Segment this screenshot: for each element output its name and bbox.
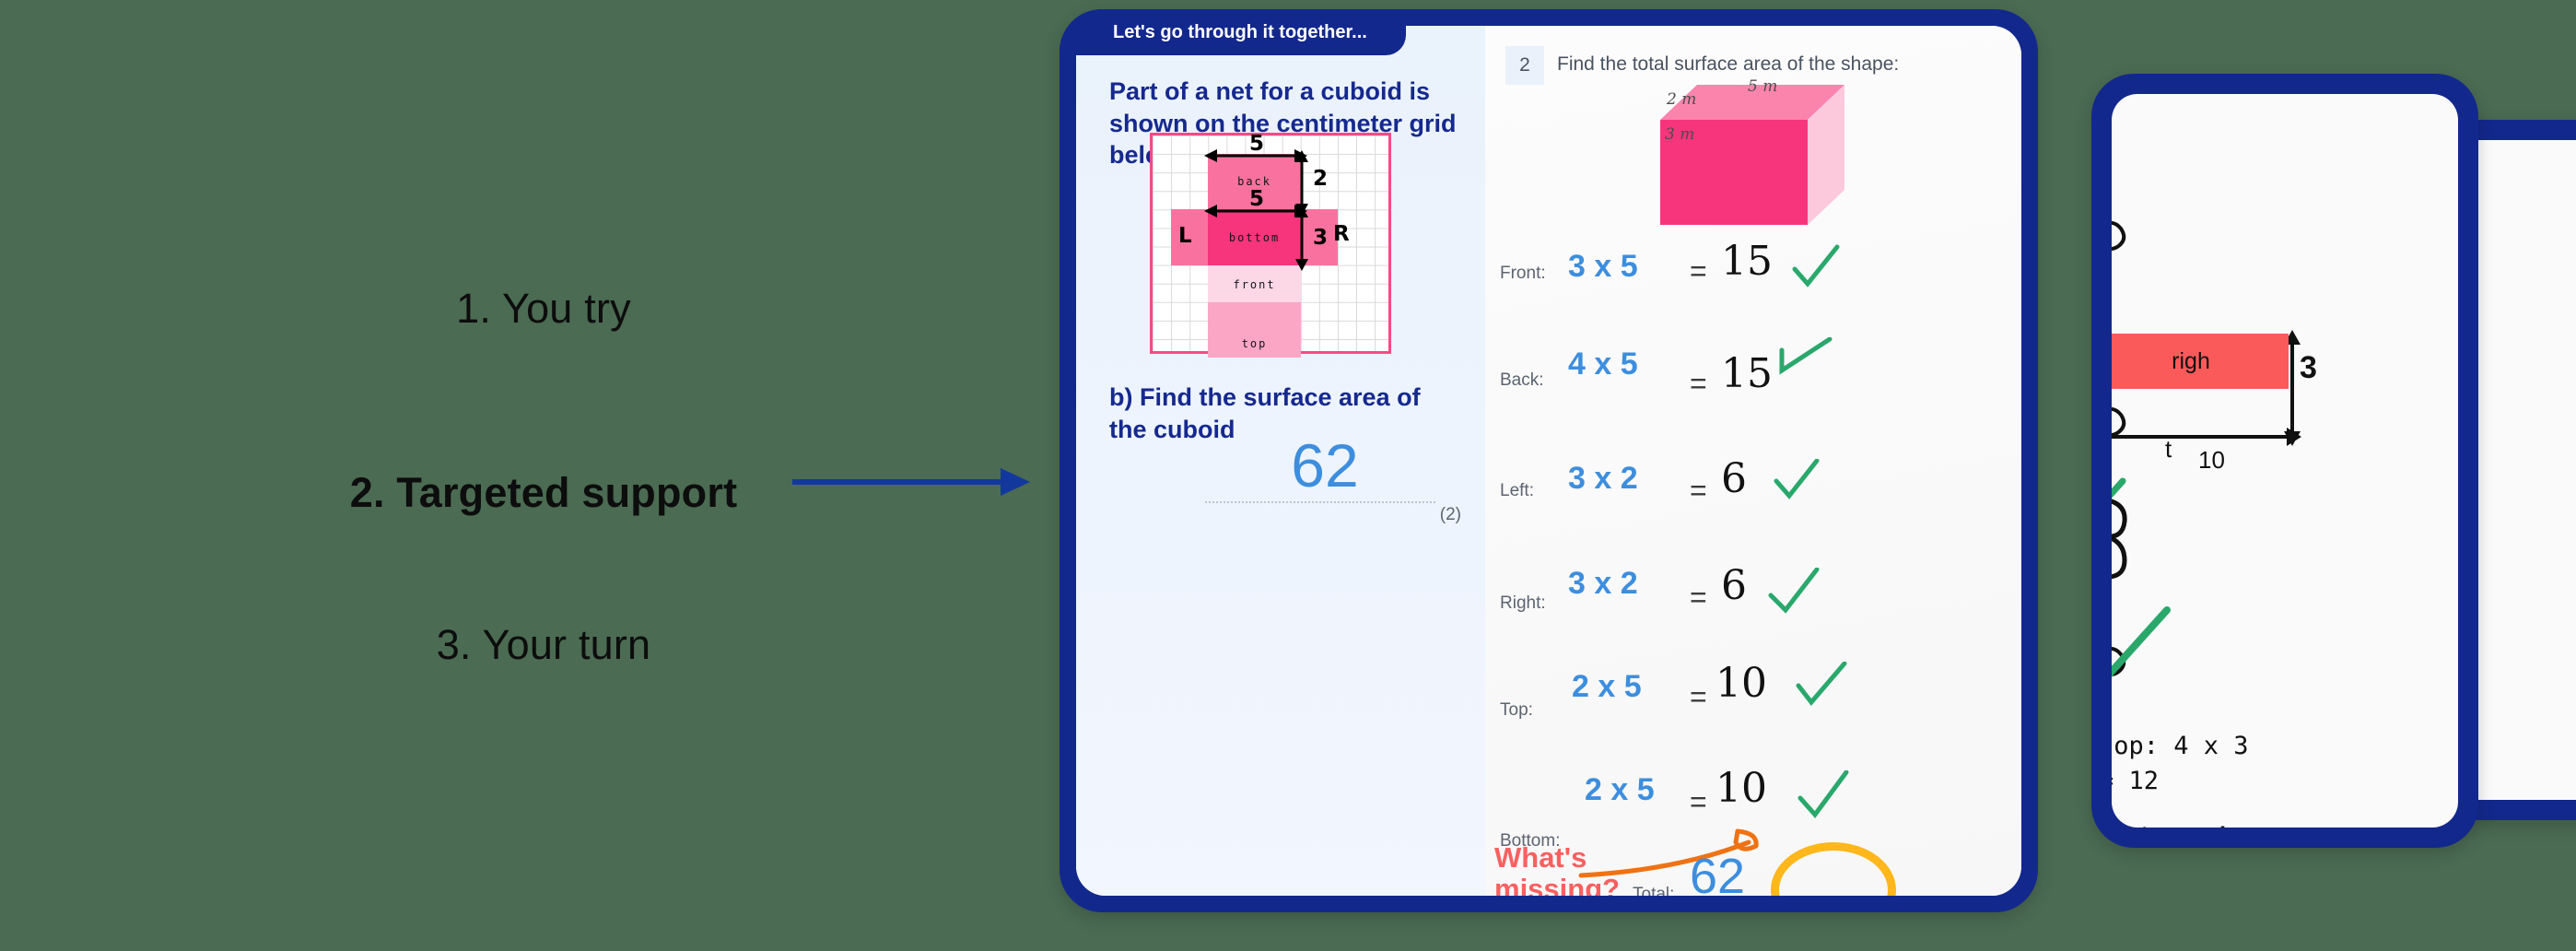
calc-equals-left: = <box>1690 474 1707 507</box>
calc-row-left: Left: 3 x 2 = 6 <box>1485 455 2021 547</box>
question-text: Find the total surface area of the shape… <box>1557 53 1900 75</box>
question-number-badge: 2 <box>1505 46 1544 85</box>
centimeter-grid: back bottom front top 5 2 5 3 L R <box>1150 132 1391 358</box>
back-middle-face-label-overflow: t <box>2165 435 2172 463</box>
card-header-title: Let's go through it together... <box>1113 21 1367 42</box>
calc-expr-front: 3 x 5 <box>1568 249 1638 284</box>
back-middle-right-face: righ <box>2112 334 2289 389</box>
back-middle-dim-height: 3 <box>2300 350 2317 385</box>
calc-label-front: Front: <box>1500 264 1546 283</box>
slide-right-pane: 2 Find the total surface area of the sha… <box>1485 26 2021 896</box>
card-header-tab: Let's go through it together... <box>1060 9 1406 55</box>
net-annotation-right-mark: R <box>1333 222 1350 246</box>
marks-part-b: (2) <box>1439 505 1461 524</box>
calc-result-front: 15 <box>1721 238 1773 285</box>
net-annotation-height-bottom: 3 <box>1313 226 1329 250</box>
slide-left-pane: Part of a net for a cuboid is shown on t… <box>1076 26 1485 896</box>
step-3-your-turn: 3. Your turn <box>436 621 651 668</box>
net-annotation-width-back: 5 <box>1249 132 1265 156</box>
calc-label-top: Top: <box>1500 700 1533 720</box>
green-tick-icon-left <box>1774 459 1820 499</box>
cuboid-dim-height: 3 m <box>1665 125 1695 144</box>
calc-result-bottom: 10 <box>1715 765 1767 812</box>
net-face-top: top <box>1208 301 1301 358</box>
green-tick-icon-right <box>1768 568 1820 614</box>
net-annotation-left-mark: L <box>1178 224 1192 248</box>
calc-expr-top: 2 x 5 <box>1572 669 1642 704</box>
back-middle-line-top-2: = 12 <box>2112 767 2160 795</box>
calc-equals-bottom: = <box>1690 785 1707 818</box>
calc-label-left: Left: <box>1500 481 1534 500</box>
calc-expr-back: 4 x 5 <box>1568 346 1638 382</box>
main-slide-card: Part of a net for a cuboid is shown on t… <box>1060 9 2038 912</box>
total-label: Total: <box>1633 885 1675 896</box>
back-middle-dim-width: 10 <box>2198 446 2225 474</box>
calc-expr-left: 3 x 2 <box>1568 461 1638 496</box>
right-arrow-icon <box>792 468 1030 496</box>
calc-label-back: Back: <box>1500 370 1544 390</box>
back-middle-line-bottom: bottom: 4 x <box>2112 822 2258 828</box>
calc-label-right: Right: <box>1500 593 1546 613</box>
calc-result-back: 15 <box>1721 350 1773 397</box>
back-middle-right-face-label: righ <box>2172 347 2210 374</box>
background-card-middle-marks <box>2112 221 2301 677</box>
net-face-top-label: top <box>1241 336 1268 350</box>
calc-expr-right: 3 x 2 <box>1568 566 1638 601</box>
calc-equals-top: = <box>1690 680 1707 713</box>
net-annotation-height-back: 2 <box>1313 167 1329 191</box>
net-face-bottom: bottom <box>1208 209 1301 265</box>
net-face-bottom-label: bottom <box>1228 230 1281 244</box>
answer-part-b-rule <box>1205 501 1435 503</box>
lesson-steps-column: 1. You try 2. Targeted support 3. Your t… <box>0 0 1032 951</box>
green-tick-icon-top <box>1796 662 1847 706</box>
calc-equals-right: = <box>1690 581 1707 614</box>
calc-result-top: 10 <box>1715 660 1767 707</box>
calc-result-left: 6 <box>1721 455 1747 502</box>
main-slide-card-inner: Part of a net for a cuboid is shown on t… <box>1076 26 2021 896</box>
calc-result-right: 6 <box>1721 562 1747 609</box>
calc-expr-bottom: 2 x 5 <box>1585 772 1655 807</box>
cuboid-dim-length: 5 m <box>1748 77 1778 96</box>
cuboid-dim-depth: 2 m <box>1667 90 1697 109</box>
background-card-middle-inner: righ t 3 10 top: 4 x 3 = 12 bottom: 4 x … <box>2112 94 2458 828</box>
green-tick-icon-front <box>1792 244 1840 288</box>
step-1-you-try: 1. You try <box>456 285 631 332</box>
total-value[interactable]: 62 <box>1690 851 1745 896</box>
calc-equals-front: = <box>1690 254 1707 288</box>
calc-row-right: Right: 3 x 2 = 6 <box>1485 562 2021 649</box>
calc-equals-back: = <box>1690 367 1707 400</box>
calc-row-top: Top: 2 x 5 = 10 <box>1485 660 2021 752</box>
net-annotation-width-bottom: 5 <box>1249 187 1265 211</box>
net-face-front-label: front <box>1233 277 1276 291</box>
answer-part-b[interactable]: 62 <box>1214 435 1435 496</box>
step-2-targeted-support: 2. Targeted support <box>349 469 738 516</box>
green-tick-icon-bottom <box>1797 770 1849 818</box>
calc-row-front: Front: 3 x 5 = 15 <box>1485 238 2021 328</box>
back-middle-line-top: top: 4 x 3 <box>2112 732 2249 760</box>
whats-missing-note: What's missing? <box>1494 841 1621 896</box>
background-card-middle: righ t 3 10 top: 4 x 3 = 12 bottom: 4 x … <box>2091 74 2478 848</box>
green-tick-icon-back <box>1779 337 1832 375</box>
calc-row-back: Back: 4 x 5 = 15 <box>1485 337 2021 435</box>
